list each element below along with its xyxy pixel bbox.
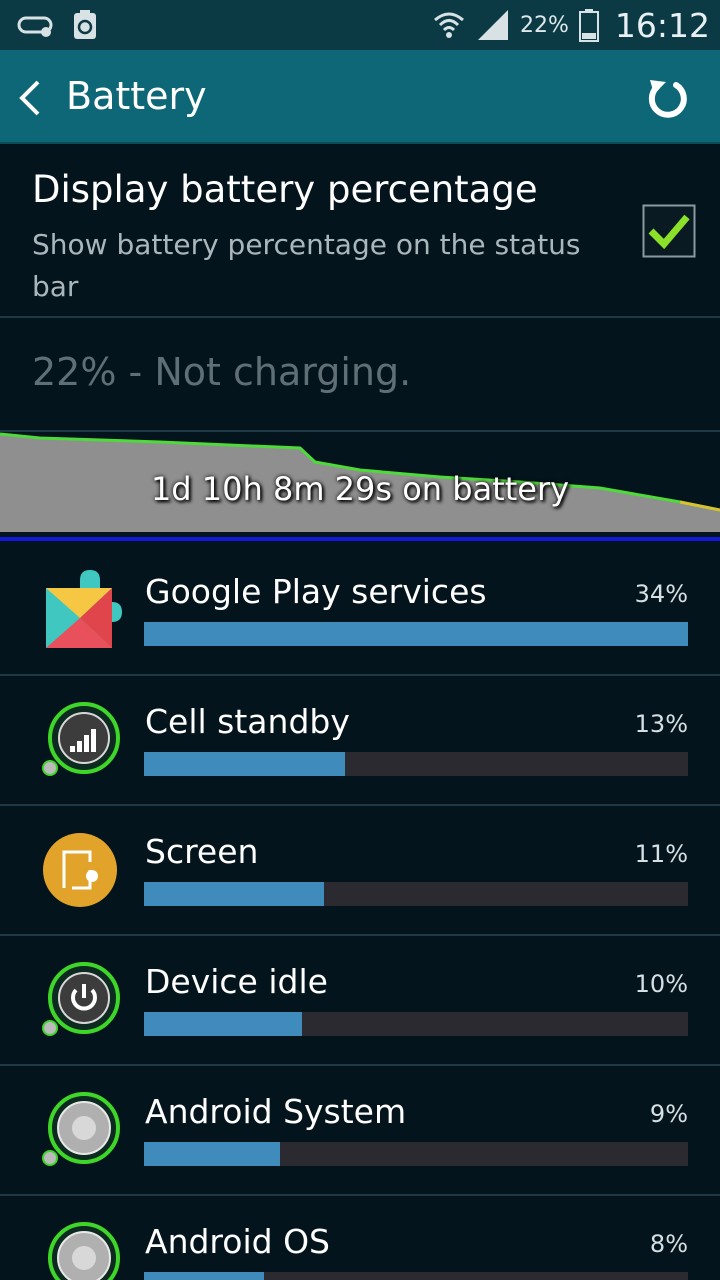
list-item[interactable]: Google Play services 34%	[0, 546, 720, 676]
usage-bar-fill	[144, 752, 346, 776]
app-percent: 13%	[634, 710, 688, 738]
android-system-icon	[42, 1092, 120, 1166]
usage-bar-fill	[144, 622, 688, 646]
usage-bar-fill	[144, 1012, 302, 1036]
status-icons: 22% 16:12	[432, 0, 710, 50]
setting-subtitle: Show battery percentage on the status ba…	[32, 228, 581, 303]
usage-bar	[144, 622, 688, 646]
usage-bar	[144, 1272, 688, 1280]
cell-signal-icon	[42, 702, 120, 776]
usage-bar	[144, 1142, 688, 1166]
app-name: Cell standby	[145, 702, 350, 741]
usage-bar-fill	[144, 1272, 264, 1280]
voicemail-icon	[17, 16, 53, 37]
app-percent: 34%	[634, 580, 688, 608]
battery-percentage-checkbox[interactable]	[642, 204, 696, 258]
list-item[interactable]: Android OS 8%	[0, 1196, 720, 1280]
back-icon[interactable]	[14, 78, 44, 118]
refresh-icon[interactable]	[646, 76, 690, 120]
battery-percent: 22%	[519, 12, 569, 38]
usage-bar-fill	[144, 882, 324, 906]
notification-icons	[16, 9, 98, 41]
usage-bar	[144, 752, 688, 776]
app-name: Google Play services	[145, 572, 487, 611]
usage-bar	[144, 1012, 688, 1036]
power-icon	[42, 962, 120, 1036]
android-os-icon	[48, 1222, 120, 1280]
wifi-icon	[434, 12, 464, 38]
setting-title: Display battery percentage	[32, 168, 538, 211]
battery-icon	[578, 9, 599, 42]
list-item[interactable]: Cell standby 13%	[0, 676, 720, 806]
list-item[interactable]: Screen 11%	[0, 806, 720, 936]
app-name: Android OS	[145, 1222, 330, 1261]
usage-bar	[144, 882, 688, 906]
app-percent: 8%	[649, 1230, 688, 1258]
app-percent: 9%	[649, 1100, 688, 1128]
status-bar: 22% 16:12	[0, 0, 720, 50]
display-battery-percentage-setting[interactable]: Display battery percentage Show battery …	[0, 146, 720, 318]
screen-brightness-icon	[43, 833, 117, 907]
charge-status: 22% - Not charging.	[32, 350, 412, 394]
graph-baseline	[0, 537, 720, 541]
app-percent: 10%	[634, 970, 688, 998]
app-percent: 11%	[634, 840, 688, 868]
page-title: Battery	[66, 74, 207, 118]
app-name: Android System	[145, 1092, 407, 1131]
clock: 16:12	[614, 5, 710, 45]
usage-bar-fill	[144, 1142, 280, 1166]
google-play-services-icon	[46, 570, 122, 648]
recycle-icon	[74, 10, 96, 39]
action-bar: Battery	[0, 50, 720, 144]
app-name: Screen	[145, 832, 259, 871]
list-item[interactable]: Device idle 10%	[0, 936, 720, 1066]
app-name: Device idle	[145, 962, 328, 1001]
signal-icon	[477, 10, 508, 40]
list-item[interactable]: Android System 9%	[0, 1066, 720, 1196]
time-on-battery: 1d 10h 8m 29s on battery	[150, 470, 570, 508]
